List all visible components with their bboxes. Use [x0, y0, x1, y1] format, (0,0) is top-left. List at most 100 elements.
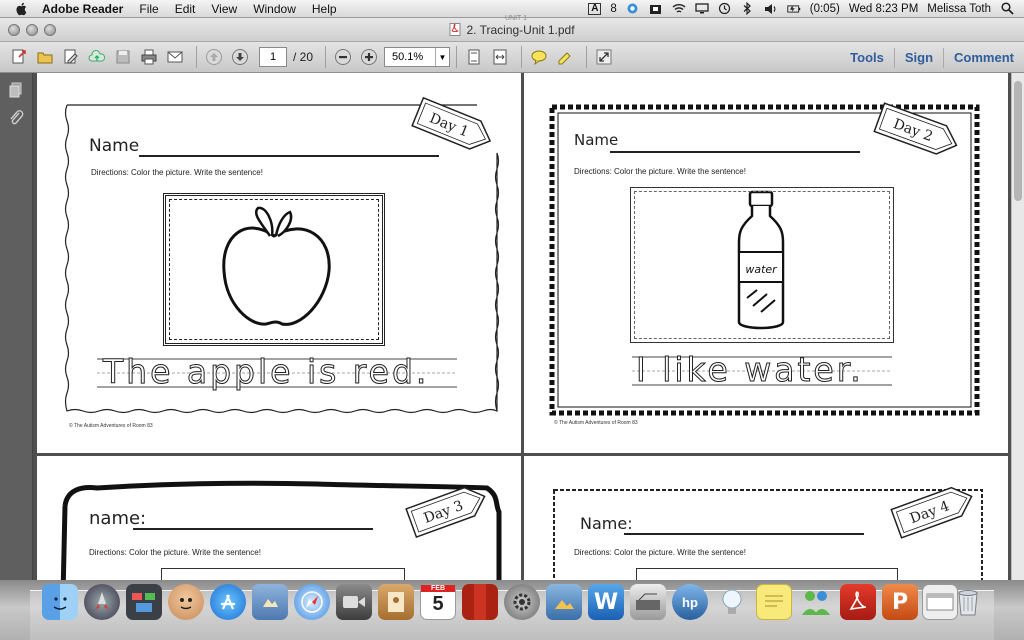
document-view[interactable]: Name Directions: Color the picture. Writ…	[33, 73, 1011, 580]
open-file-button[interactable]	[34, 46, 56, 68]
minimize-window-button[interactable]	[26, 24, 38, 36]
safari-icon[interactable]	[294, 584, 330, 620]
menu-file[interactable]: File	[139, 2, 158, 16]
trash-icon[interactable]	[950, 584, 986, 620]
full-screen-icon[interactable]	[593, 46, 615, 68]
idea-lightbulb-icon[interactable]	[714, 584, 750, 620]
name-line	[133, 528, 373, 530]
close-window-button[interactable]	[8, 24, 20, 36]
pdf-page-2: Name Directions: Color the picture. Writ…	[524, 73, 1008, 453]
directions-text: Directions: Color the picture. Write the…	[91, 168, 263, 177]
adobe-status-icon[interactable]: A	[588, 2, 602, 15]
pdf-page-3: name: Directions: Color the picture. Wri…	[37, 456, 521, 580]
word-icon[interactable]: W	[588, 584, 624, 620]
sync-icon[interactable]	[626, 3, 640, 15]
page-thumbnails-icon[interactable]	[7, 81, 25, 99]
email-icon[interactable]	[164, 46, 186, 68]
app-menu[interactable]: Adobe Reader	[42, 2, 123, 16]
directions-text: Directions: Color the picture. Write the…	[574, 167, 746, 176]
directions-text: Directions: Color the picture. Write the…	[574, 548, 746, 557]
messenger-icon[interactable]	[798, 584, 834, 620]
toolbar-separator	[521, 46, 523, 68]
print-icon[interactable]	[138, 46, 160, 68]
menu-edit[interactable]: Edit	[175, 2, 196, 16]
toolbar-separator	[456, 46, 458, 68]
iphoto-icon[interactable]	[546, 584, 582, 620]
navigation-pane	[0, 73, 33, 580]
contacts-icon[interactable]	[378, 584, 414, 620]
apple-menu-icon[interactable]	[14, 2, 28, 16]
pdf-page-1: Name Directions: Color the picture. Writ…	[37, 73, 521, 453]
user-name[interactable]: Melissa Toth	[927, 3, 991, 15]
stickies-icon[interactable]	[756, 584, 792, 620]
page-number-input[interactable]: 1	[259, 47, 287, 67]
comment-button[interactable]: Comment	[943, 47, 1024, 68]
vertical-scrollbar[interactable]	[1011, 73, 1024, 580]
wifi-icon[interactable]	[672, 3, 686, 15]
app-store-icon[interactable]	[210, 584, 246, 620]
toolbar: 1 / 20 50.1% ▼ Tools Sign Comment	[0, 42, 1024, 73]
dock: FEB 5 W hp P	[0, 580, 1024, 640]
volume-icon[interactable]	[764, 3, 778, 15]
display-icon[interactable]	[695, 3, 709, 15]
day-3-tag: Day 3	[405, 486, 486, 539]
toolbar-separator	[586, 46, 588, 68]
clock[interactable]: Wed 8:23 PM	[849, 3, 918, 15]
scanner-icon[interactable]	[630, 584, 666, 620]
chevron-down-icon[interactable]: ▼	[435, 48, 449, 66]
name-label: Name:	[580, 514, 633, 533]
dropbox-icon[interactable]	[649, 3, 663, 15]
pdf-document-icon	[449, 23, 461, 36]
spotlight-search-icon[interactable]	[1000, 2, 1014, 15]
previous-page-icon[interactable]	[203, 46, 225, 68]
scrollbar-thumb[interactable]	[1014, 81, 1022, 201]
picture-frame	[161, 568, 405, 580]
powerpoint-icon[interactable]: P	[882, 584, 918, 620]
water-picture-frame: water	[630, 187, 894, 343]
attachments-icon[interactable]	[7, 109, 25, 127]
zoom-out-icon[interactable]	[332, 46, 354, 68]
menu-view[interactable]: View	[211, 2, 237, 16]
sticky-note-icon[interactable]	[528, 46, 550, 68]
fit-width-icon[interactable]	[489, 46, 511, 68]
next-page-icon[interactable]	[229, 46, 251, 68]
window-titlebar: UNIT 1 2. Tracing-Unit 1.pdf	[0, 15, 1024, 42]
tracing-sentence: The apple is red.	[102, 352, 430, 392]
photo-booth-icon[interactable]	[462, 584, 498, 620]
tools-button[interactable]: Tools	[840, 48, 894, 68]
hp-utility-icon[interactable]: hp	[672, 584, 708, 620]
edit-pdf-button[interactable]	[60, 46, 82, 68]
cloud-upload-button[interactable]	[86, 46, 108, 68]
launchpad-icon[interactable]	[84, 584, 120, 620]
preview-app-icon[interactable]	[252, 584, 288, 620]
zoom-in-icon[interactable]	[358, 46, 380, 68]
adobe-reader-icon[interactable]	[840, 584, 876, 620]
name-label: Name	[89, 136, 140, 156]
apple-picture-frame	[163, 193, 385, 346]
copyright-text: © The Autism Adventures of Room 83	[554, 420, 638, 426]
sign-button[interactable]: Sign	[893, 47, 943, 68]
day-2-tag: Day 2	[873, 102, 958, 155]
create-pdf-button[interactable]	[8, 46, 30, 68]
calendar-day: 5	[432, 593, 444, 615]
calendar-month: FEB	[421, 585, 455, 592]
save-icon[interactable]	[112, 46, 134, 68]
facetime-icon[interactable]	[336, 584, 372, 620]
mission-control-icon[interactable]	[126, 584, 162, 620]
zoom-level-select[interactable]: 50.1% ▼	[384, 47, 451, 67]
face-app-icon[interactable]	[168, 584, 204, 620]
battery-icon[interactable]	[787, 3, 801, 15]
zoom-window-button[interactable]	[44, 24, 56, 36]
system-preferences-icon[interactable]	[504, 584, 540, 620]
finder-icon[interactable]	[42, 584, 78, 620]
fit-page-icon[interactable]	[463, 46, 485, 68]
time-machine-icon[interactable]	[718, 2, 732, 15]
bluetooth-icon[interactable]	[741, 2, 755, 15]
menu-help[interactable]: Help	[312, 2, 337, 16]
highlight-icon[interactable]	[554, 46, 576, 68]
water-bottle-icon: water	[737, 190, 785, 330]
menu-window[interactable]: Window	[253, 2, 296, 16]
battery-time: (0:05)	[809, 2, 840, 15]
day-4-tag: Day 4	[890, 486, 973, 539]
calendar-icon[interactable]: FEB 5	[420, 584, 456, 620]
